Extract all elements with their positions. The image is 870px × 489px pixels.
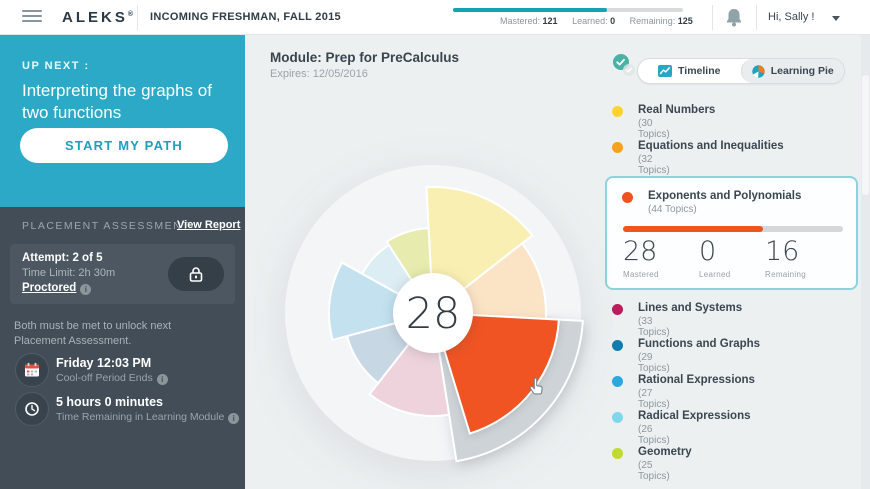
slice-remaining-label: Remaining	[765, 270, 806, 279]
info-icon[interactable]: i	[228, 413, 240, 424]
placement-assessment-title: PLACEMENT ASSESSMENT	[22, 220, 191, 232]
objectives-check-badge-icon	[610, 52, 640, 80]
legend-label: Equations and Inequalities	[638, 140, 784, 152]
legend-dot	[612, 106, 623, 117]
overall-progress-labels: Mastered: 121 Learned: 0 Remaining: 125	[500, 16, 705, 26]
pie-center-count: 28	[406, 289, 461, 339]
mastered-value: 121	[542, 16, 558, 26]
legend-topics: (32 Topics)	[638, 154, 670, 176]
proctored-link[interactable]: Proctored i	[22, 282, 92, 295]
remaining-label: Remaining:	[629, 16, 676, 26]
slice-progress-bar	[623, 226, 843, 232]
legend-topics: (44 Topics)	[648, 204, 697, 215]
overall-progress-fill	[453, 8, 608, 12]
legend-dot	[612, 340, 623, 351]
tab-timeline[interactable]: Timeline	[638, 59, 741, 83]
up-next-topic-title: Interpreting the graphs of two functions	[22, 81, 212, 123]
legend-label: Geometry	[638, 446, 692, 458]
tab-timeline-label: Timeline	[678, 65, 721, 77]
divider	[756, 5, 757, 30]
placement-assessment-panel: PLACEMENT ASSESSMENT View Report Attempt…	[0, 207, 245, 489]
slice-remaining-value: 16	[765, 236, 800, 267]
slice-learned-label: Learned	[699, 270, 731, 279]
attempt-panel: Attempt: 2 of 5 Time Limit: 2h 30m Proct…	[10, 244, 235, 304]
learned-label: Learned:	[572, 16, 608, 26]
mouse-cursor	[528, 376, 546, 401]
legend-topics: (27 Topics)	[638, 388, 670, 410]
divider	[137, 5, 138, 30]
view-report-link[interactable]: View Report	[177, 219, 240, 231]
module-title: Module: Prep for PreCalculus	[270, 50, 460, 65]
up-next-label: UP NEXT :	[22, 60, 90, 72]
cooloff-time: Friday 12:03 PM	[56, 356, 152, 370]
start-my-path-button[interactable]: START MY PATH	[20, 128, 228, 163]
calendar-icon	[15, 353, 49, 387]
legend-dot	[612, 412, 623, 423]
legend-dot	[612, 304, 623, 315]
timeline-icon	[658, 65, 673, 77]
learning-pie-icon	[752, 64, 765, 78]
tab-learning-pie[interactable]: Learning Pie	[740, 59, 844, 83]
learning-pie-chart[interactable]: 28	[253, 133, 613, 489]
slice-progress-fill	[623, 226, 763, 232]
top-bar: ALEKS® INCOMING FRESHMAN, FALL 2015 Mast…	[0, 0, 870, 35]
legend-topics: (33 Topics)	[638, 316, 670, 338]
up-next-panel: UP NEXT : Interpreting the graphs of two…	[0, 35, 245, 207]
aleks-app: ALEKS® INCOMING FRESHMAN, FALL 2015 Mast…	[0, 0, 870, 489]
legend-label: Real Numbers	[638, 104, 716, 116]
notifications-bell-icon[interactable]	[724, 7, 744, 29]
attempt-count: Attempt: 2 of 5	[22, 252, 103, 264]
legend-topics: (29 Topics)	[638, 352, 670, 374]
legend-label: Functions and Graphs	[638, 338, 761, 350]
legend-topics: (26 Topics)	[638, 424, 670, 446]
legend-item-exponents-selected[interactable]: Exponents and Polynomials (44 Topics) 28…	[605, 176, 858, 290]
time-remaining-label: Time Remaining in Learning Module i	[56, 411, 240, 424]
slice-mastered-value: 28	[623, 236, 658, 267]
learned-value: 0	[610, 16, 616, 26]
time-remaining-value: 5 hours 0 minutes	[56, 395, 163, 409]
info-icon[interactable]: i	[80, 284, 92, 295]
remaining-value: 125	[677, 16, 693, 26]
legend-dot	[622, 192, 633, 203]
legend-label: Rational Expressions	[638, 374, 755, 386]
lock-icon	[189, 267, 203, 282]
legend-label: Exponents and Polynomials	[648, 190, 802, 202]
legend-topics: (30 Topics)	[638, 118, 670, 140]
slice-mastered-label: Mastered	[623, 270, 659, 279]
locked-assessment-button[interactable]	[168, 257, 224, 291]
chevron-down-icon[interactable]	[832, 16, 840, 21]
divider	[712, 5, 713, 30]
cooloff-label: Cool-off Period Ends i	[56, 372, 168, 385]
registered-mark: ®	[127, 11, 134, 18]
scrollbar-thumb[interactable]	[862, 75, 869, 195]
tab-learning-pie-label: Learning Pie	[770, 65, 834, 77]
overall-progress-bar	[453, 8, 683, 12]
legend-dot	[612, 376, 623, 387]
info-icon[interactable]: i	[156, 374, 168, 385]
unlock-note: Both must be met to unlock next Placemen…	[14, 320, 172, 347]
mastered-label: Mastered:	[500, 16, 541, 26]
legend-label: Lines and Systems	[638, 302, 743, 314]
legend-label: Radical Expressions	[638, 410, 751, 422]
hamburger-menu-icon[interactable]	[22, 10, 42, 24]
class-name: INCOMING FRESHMAN, FALL 2015	[150, 11, 341, 23]
aleks-logo: ALEKS®	[62, 9, 134, 26]
scrollbar[interactable]	[861, 35, 870, 489]
module-expires: Expires: 12/05/2016	[270, 68, 368, 80]
legend-dot	[612, 448, 623, 459]
slice-learned-value: 0	[699, 236, 717, 267]
user-menu[interactable]: Hi, Sally !	[768, 11, 814, 23]
clock-icon	[15, 392, 49, 426]
legend-dot	[612, 142, 623, 153]
view-toggle: Timeline Learning Pie	[637, 58, 845, 84]
time-limit: Time Limit: 2h 30m	[22, 267, 116, 279]
legend-topics: (25 Topics)	[638, 460, 670, 482]
